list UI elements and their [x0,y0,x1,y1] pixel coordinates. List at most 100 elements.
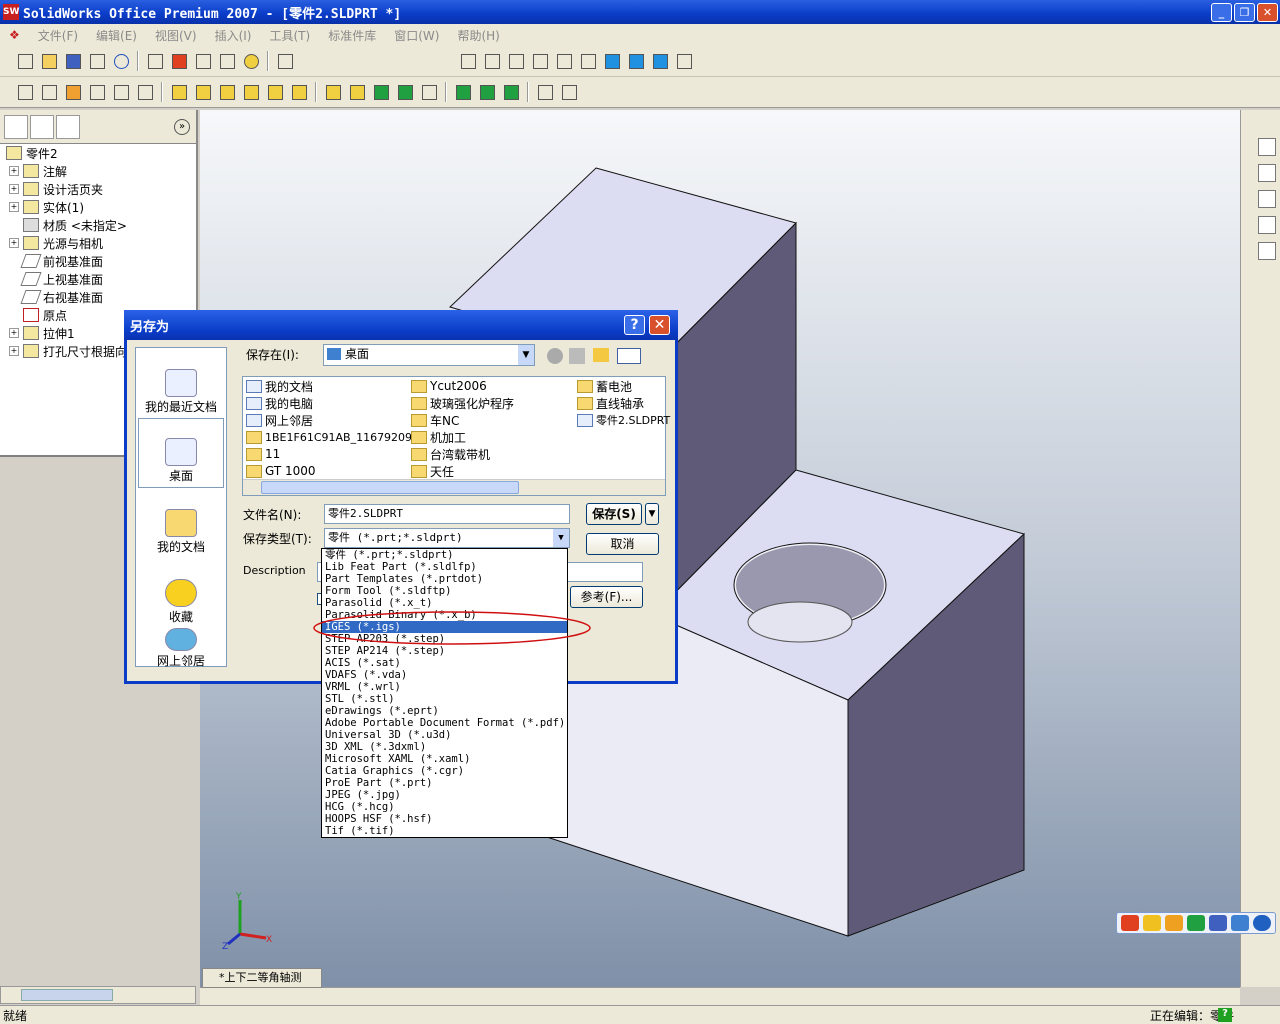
reference-button[interactable]: 参考(F)... [570,586,643,608]
print-icon[interactable] [86,50,108,72]
tree-item[interactable]: 材质 <未指定> [2,216,196,234]
library-icon[interactable] [1258,164,1276,182]
place-network[interactable]: 网上邻居 [136,628,226,672]
save-button[interactable]: 保存(S) [586,503,642,525]
tree-item[interactable]: + 设计活页夹 [2,180,196,198]
help-icon[interactable] [1253,915,1271,931]
front-view-icon[interactable] [457,50,479,72]
tree-item[interactable]: 右视基准面 [2,288,196,306]
new-folder-icon[interactable] [593,348,609,362]
feature-manager-tab[interactable] [4,114,28,139]
savetype-option[interactable]: Part Templates (*.prtdot) [322,573,567,585]
save-icon[interactable] [62,50,84,72]
collapse-icon[interactable] [1258,242,1276,260]
maximize-button[interactable]: ❐ [1234,3,1255,22]
zoom-fit-icon[interactable] [1121,915,1139,931]
panel-horizontal-scrollbar[interactable] [0,986,196,1004]
savetype-option[interactable]: Lib Feat Part (*.sldlfp) [322,561,567,573]
savetype-option[interactable]: HOOPS HSF (*.hsf) [322,813,567,825]
rib-icon[interactable] [370,81,392,103]
select-arrow-icon[interactable] [144,50,166,72]
left-view-icon[interactable] [505,50,527,72]
curves-icon[interactable] [534,81,556,103]
normal-to-icon[interactable] [673,50,695,72]
menu-insert[interactable]: 插入(I) [206,27,261,44]
tree-item[interactable]: + 光源与相机 [2,234,196,252]
save-in-select[interactable]: 桌面 ▼ [323,344,535,366]
list-item[interactable]: Ycut2006 [411,378,487,394]
list-item[interactable]: GT 1000 [246,463,316,479]
view-name-tab[interactable]: *上下二等角轴测 [202,968,322,988]
open-icon[interactable] [38,50,60,72]
savetype-option[interactable]: VDAFS (*.vda) [322,669,567,681]
graphics-horizontal-scrollbar[interactable] [200,987,1240,1005]
file-explorer-icon[interactable] [1258,190,1276,208]
axis-icon[interactable] [86,81,108,103]
list-item[interactable]: 我的电脑 [246,395,313,411]
help-icon[interactable]: ? [1218,1008,1232,1022]
up-folder-icon[interactable] [569,348,585,364]
list-item[interactable]: 天任 [411,463,454,479]
filename-input[interactable]: 零件2.SLDPRT [324,504,570,524]
expand-icon[interactable]: + [9,166,19,176]
home-icon[interactable] [1258,138,1276,156]
undo-icon[interactable] [110,50,132,72]
rebuild-icon[interactable] [168,50,190,72]
expand-panel-icon[interactable]: » [174,118,190,135]
loft-icon[interactable] [240,81,262,103]
expand-icon[interactable]: + [9,238,19,248]
place-desktop[interactable]: 桌面 [138,418,224,488]
savetype-option[interactable]: 零件 (*.prt;*.sldprt) [322,549,567,561]
place-my-documents[interactable]: 我的文档 [136,488,226,558]
save-options-chevron-icon[interactable]: ▼ [645,503,659,525]
new-icon[interactable] [14,50,36,72]
chevron-down-icon[interactable]: ▼ [518,345,534,365]
tree-item[interactable]: 上视基准面 [2,270,196,288]
zoom-area-icon[interactable] [1143,915,1161,931]
circular-pattern-icon[interactable] [476,81,498,103]
list-item[interactable]: 台湾载带机 [411,446,490,462]
list-item[interactable]: 网上邻居 [246,412,313,428]
sweep-icon[interactable] [216,81,238,103]
draft-icon[interactable] [346,81,368,103]
savetype-option[interactable]: Adobe Portable Document Format (*.pdf) [322,717,567,729]
menu-tools[interactable]: 工具(T) [260,27,319,44]
savetype-option[interactable]: JPEG (*.jpg) [322,789,567,801]
settings-icon[interactable] [1231,915,1249,931]
list-item[interactable]: 蓄电池 [577,378,632,394]
smart-dimension-icon[interactable] [38,81,60,103]
options-icon[interactable] [192,50,214,72]
coordinate-icon[interactable] [110,81,132,103]
hole-wizard-icon[interactable] [394,81,416,103]
tree-item[interactable]: 前视基准面 [2,252,196,270]
savetype-option[interactable]: STL (*.stl) [322,693,567,705]
menu-edit[interactable]: 编辑(E) [87,27,146,44]
savetype-option[interactable]: Universal 3D (*.u3d) [322,729,567,741]
cancel-button[interactable]: 取消 [586,533,659,555]
chamfer-icon[interactable] [288,81,310,103]
list-item[interactable]: 直线轴承 [577,395,644,411]
linear-pattern-icon[interactable] [452,81,474,103]
configuration-manager-tab[interactable] [56,114,80,139]
display-style-icon[interactable] [1209,915,1227,931]
help-icon[interactable] [240,50,262,72]
back-icon[interactable] [547,348,563,364]
reference-icon[interactable] [134,81,156,103]
savetype-option[interactable]: Tif (*.tif) [322,825,567,837]
app-menu-icon[interactable]: ❖ [0,28,29,42]
close-button[interactable]: ✕ [1257,3,1278,22]
dimetric-view-icon[interactable] [649,50,671,72]
list-item[interactable]: 1BE1F61C91AB_1167920985 [246,429,426,445]
savetype-option[interactable]: 3D XML (*.3dxml) [322,741,567,753]
shell-icon[interactable] [322,81,344,103]
chevron-down-icon[interactable]: ▼ [553,529,569,547]
minimize-button[interactable]: _ [1211,3,1232,22]
top-view-icon[interactable] [553,50,575,72]
tree-item[interactable]: + 实体(1) [2,198,196,216]
dialog-help-button[interactable]: ? [624,315,645,335]
mirror-icon[interactable] [500,81,522,103]
back-view-icon[interactable] [481,50,503,72]
place-recent[interactable]: 我的最近文档 [136,348,226,418]
savetype-option[interactable]: HCG (*.hcg) [322,801,567,813]
tree-root[interactable]: 零件2 [2,144,196,162]
